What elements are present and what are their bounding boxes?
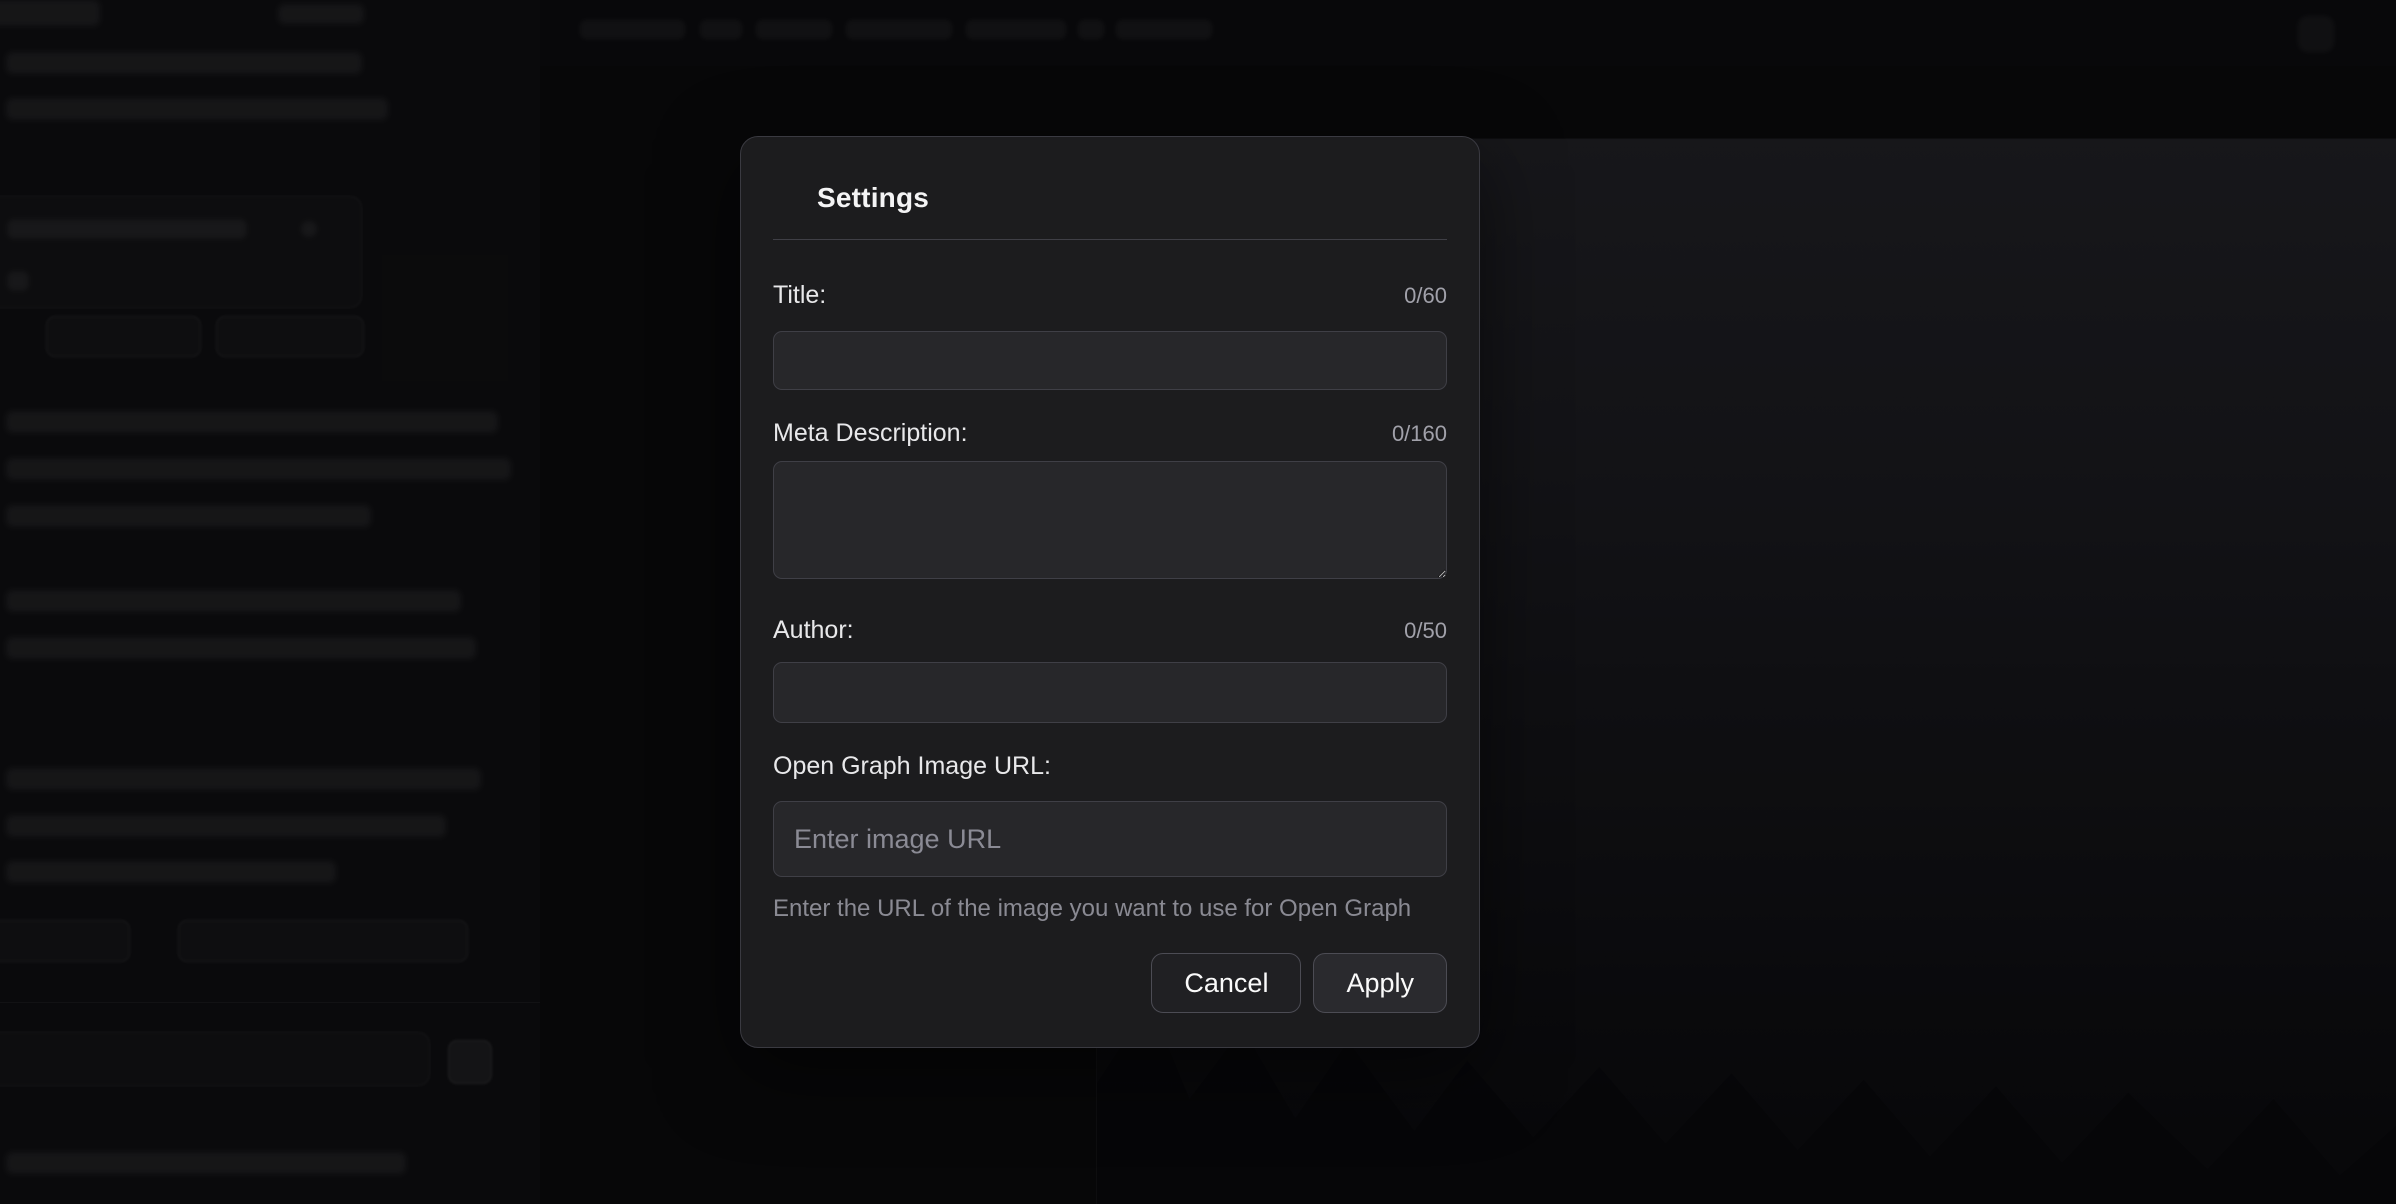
meta-description-char-counter: 0/160 (1392, 419, 1447, 449)
title-label: Title: (773, 280, 826, 310)
author-char-counter: 0/50 (1404, 616, 1447, 646)
cancel-button[interactable]: Cancel (1151, 953, 1301, 1013)
og-image-helper-text: Enter the URL of the image you want to u… (773, 895, 1447, 923)
dialog-actions: Cancel Apply (773, 953, 1447, 1013)
meta-description-label: Meta Description: (773, 418, 968, 448)
meta-description-field-group: Meta Description: 0/160 (773, 418, 1447, 579)
author-field-group: Author: 0/50 (773, 615, 1447, 723)
title-field-group: Title: 0/60 (773, 280, 1447, 390)
dialog-title: Settings (817, 181, 1447, 215)
settings-dialog: Settings Title: 0/60 Meta Description: 0… (740, 136, 1480, 1048)
author-label: Author: (773, 615, 854, 645)
apply-button[interactable]: Apply (1313, 953, 1447, 1013)
og-image-url-input[interactable] (773, 801, 1447, 877)
og-image-field-group: Open Graph Image URL: Enter the URL of t… (773, 751, 1447, 923)
title-input[interactable] (773, 331, 1447, 390)
og-image-label: Open Graph Image URL: (773, 751, 1051, 781)
title-divider (773, 239, 1447, 240)
title-char-counter: 0/60 (1404, 281, 1447, 311)
author-input[interactable] (773, 662, 1447, 723)
meta-description-textarea[interactable] (773, 461, 1447, 579)
